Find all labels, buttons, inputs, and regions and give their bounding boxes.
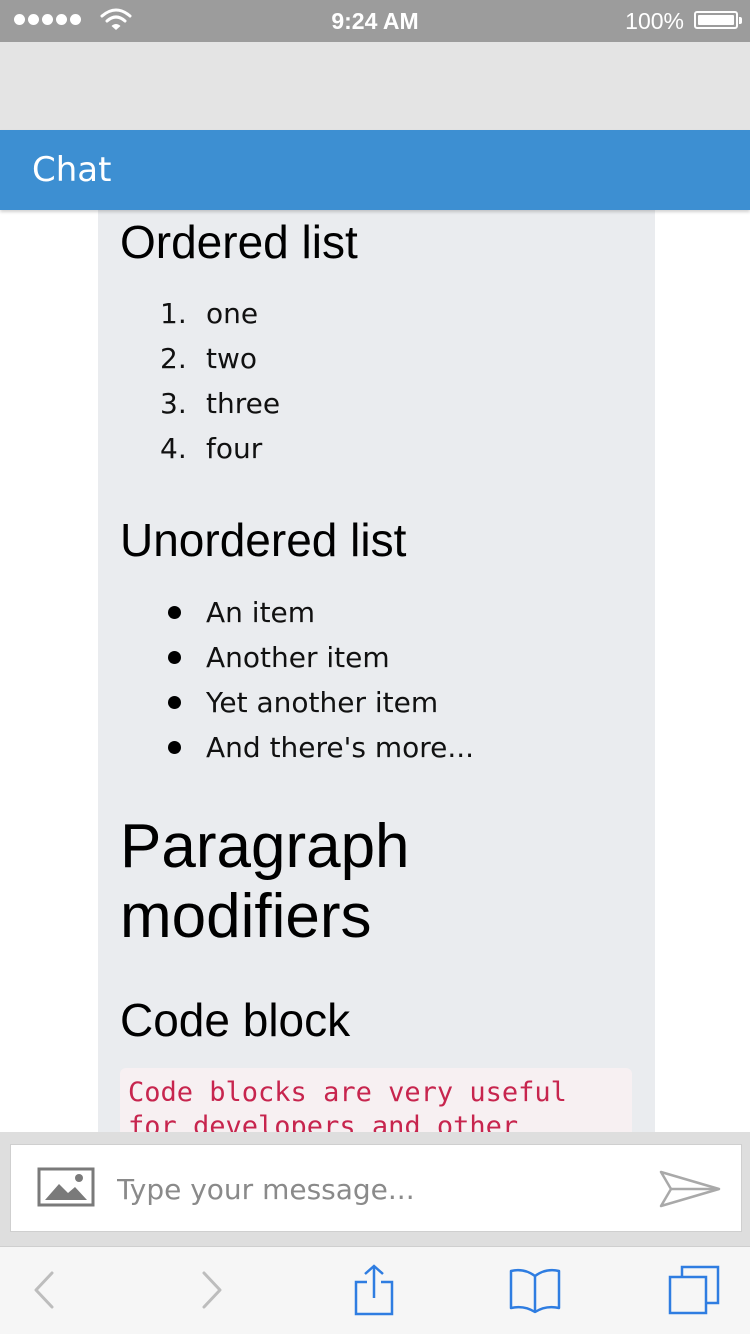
paragraph-modifiers-heading-line2: modifiers [120, 882, 372, 951]
message-input-box [10, 1144, 742, 1232]
tabs-icon [668, 1265, 720, 1315]
list-item: 3. three [98, 381, 638, 426]
list-item-text: Another item [206, 641, 390, 674]
battery-icon [694, 11, 742, 29]
message-card: Ordered list 1. one 2. two 3. three 4. four … [98, 210, 655, 1132]
code-block: Code blocks are very useful for developer… [120, 1068, 632, 1132]
message-input[interactable] [115, 1163, 639, 1215]
image-icon[interactable] [37, 1167, 95, 1207]
app-header: Chat [0, 130, 750, 210]
list-item: An item [98, 590, 638, 635]
list-item-text: Yet another item [206, 686, 439, 719]
list-number: 2. [160, 342, 187, 375]
bookmarks-icon [509, 1268, 561, 1314]
tabs-button[interactable] [664, 1265, 724, 1315]
send-icon[interactable] [659, 1169, 721, 1209]
share-icon [354, 1264, 394, 1316]
unordered-list: An item Another item Yet another item An… [98, 590, 638, 770]
browser-toolbar [0, 1246, 750, 1334]
bullet-icon [168, 606, 181, 619]
list-item-text: four [206, 432, 263, 465]
list-item-text: two [206, 342, 258, 375]
page-title: Chat [32, 150, 112, 190]
bullet-icon [168, 651, 181, 664]
list-number: 4. [160, 432, 187, 465]
list-item-text: three [206, 387, 281, 420]
browser-address-area [0, 42, 750, 130]
status-bar: 9:24 AM 100% [0, 0, 750, 42]
screen: 9:24 AM 100% Chat Ordered list 1. one 2. t… [0, 0, 750, 1334]
list-item: Another item [98, 635, 638, 680]
list-item-text: one [206, 297, 259, 330]
list-number: 3. [160, 387, 187, 420]
back-icon [34, 1271, 54, 1309]
list-item: 4. four [98, 426, 638, 471]
paragraph-modifiers-heading-line1: Paragraph [120, 812, 410, 881]
share-button[interactable] [344, 1264, 404, 1316]
code-line: for developers and other [128, 1111, 519, 1132]
list-item: And there's more... [98, 725, 638, 770]
bookmarks-button[interactable] [505, 1265, 565, 1315]
chat-message-area[interactable]: Ordered list 1. one 2. two 3. three 4. four … [0, 210, 750, 1132]
unordered-list-heading: Unordered list [120, 514, 407, 566]
forward-icon [202, 1271, 222, 1309]
battery-percentage: 100% [625, 8, 684, 34]
bullet-icon [168, 696, 181, 709]
code-block-heading: Code block [120, 994, 351, 1046]
list-item: Yet another item [98, 680, 638, 725]
message-input-bar [0, 1132, 750, 1246]
code-line: Code blocks are very useful [128, 1077, 567, 1108]
back-button[interactable] [14, 1265, 74, 1315]
list-item-text: And there's more... [206, 731, 475, 764]
ordered-list-heading: Ordered list [120, 216, 358, 268]
list-item-text: An item [206, 596, 316, 629]
list-item: 1. one [98, 291, 638, 336]
ordered-list: 1. one 2. two 3. three 4. four [98, 291, 638, 471]
bullet-icon [168, 741, 181, 754]
list-number: 1. [160, 297, 187, 330]
forward-button[interactable] [182, 1265, 242, 1315]
list-item: 2. two [98, 336, 638, 381]
